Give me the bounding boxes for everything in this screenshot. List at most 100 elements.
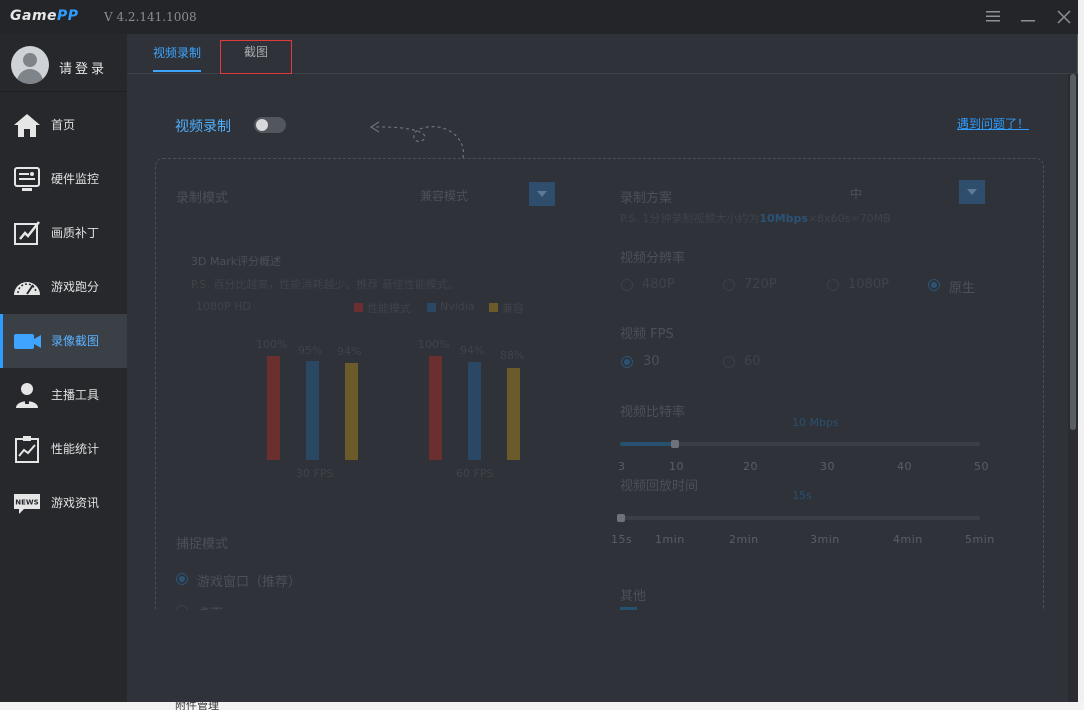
sidebar-item-label: 首页 — [51, 116, 75, 133]
record-plan-note: P.S. 1分钟录制视频大小约为10Mbps×8x60s≈70MB — [620, 210, 891, 226]
bitrate-tick: 30 — [820, 460, 835, 473]
resolution-label: 视频分辨率 — [620, 247, 685, 266]
minimize-icon[interactable] — [1019, 9, 1037, 27]
tab-bar: 视频录制 截图 — [127, 34, 1078, 74]
video-camera-icon — [12, 327, 42, 355]
bitrate-tick: 10 — [669, 460, 684, 473]
sidebar-item-image-patch[interactable]: 画质补丁 — [0, 206, 127, 260]
tab-screenshot[interactable]: 截图 — [220, 40, 292, 74]
background-window-edge — [1078, 0, 1084, 710]
sidebar-item-label: 性能统计 — [51, 440, 99, 457]
bitrate-tick: 50 — [974, 460, 989, 473]
replay-tick: 15s — [611, 533, 632, 546]
legend-swatch — [427, 303, 436, 312]
replay-tick: 3min — [810, 533, 840, 546]
fps-radio-30[interactable] — [621, 356, 633, 368]
resolution-option: 原生 — [949, 277, 975, 296]
sidebar-item-recording[interactable]: 录像截图 — [0, 314, 127, 368]
sidebar-item-streamer[interactable]: 主播工具 — [0, 368, 127, 422]
resolution-radio-720[interactable] — [723, 279, 735, 291]
bitrate-slider-thumb[interactable] — [671, 440, 679, 448]
sidebar-item-label: 硬件监控 — [51, 170, 99, 187]
other-label: 其他 — [620, 585, 646, 604]
legend-swatch — [354, 303, 363, 312]
replay-tick: 1min — [655, 533, 685, 546]
bar — [468, 362, 481, 460]
replay-tick: 4min — [893, 533, 923, 546]
bitrate-slider-fill — [620, 442, 675, 446]
close-icon[interactable] — [1055, 9, 1073, 27]
bar — [507, 368, 520, 460]
resolution-radio-native[interactable] — [928, 279, 940, 291]
record-toggle[interactable] — [254, 117, 286, 133]
avatar[interactable] — [11, 46, 49, 84]
record-mode-label: 录制模式 — [176, 187, 228, 206]
svg-text:NEWS: NEWS — [15, 499, 38, 507]
bar-value: 100% — [418, 338, 449, 351]
news-icon: NEWS — [12, 489, 42, 517]
bar — [429, 356, 442, 460]
gamepp-window: GamePP V 4.2.141.1008 请登录 首页 — [0, 0, 1078, 702]
replay-slider[interactable] — [620, 516, 980, 520]
fps-label: 视频 FPS — [620, 323, 674, 342]
help-link[interactable]: 遇到问题了！ — [957, 115, 1029, 132]
bitrate-value: 10 Mbps — [792, 416, 839, 429]
bitrate-label: 视频比特率 — [620, 401, 685, 420]
login-link[interactable]: 请登录 — [59, 58, 107, 77]
sidebar-item-label: 画质补丁 — [51, 224, 99, 241]
record-mode-select[interactable]: 兼容模式 — [420, 187, 468, 204]
resolution-option: 1080P — [848, 277, 889, 292]
resolution-option: 720P — [744, 277, 777, 292]
record-plan-label: 录制方案 — [620, 187, 672, 206]
replay-tick: 5min — [965, 533, 995, 546]
replay-slider-thumb[interactable] — [617, 514, 625, 522]
streamer-icon — [12, 381, 42, 409]
menu-icon[interactable] — [984, 9, 1002, 27]
bitrate-tick: 40 — [897, 460, 912, 473]
toggle-knob — [256, 119, 268, 131]
fps-radio-60[interactable] — [723, 356, 735, 368]
replay-value: 15s — [792, 489, 812, 502]
bar-value: 88% — [500, 349, 524, 362]
bar — [306, 361, 319, 460]
replay-label: 视频回放时间 — [620, 475, 698, 494]
capture-radio-window[interactable] — [176, 573, 188, 585]
sidebar-item-news[interactable]: NEWS 游戏资讯 — [0, 476, 127, 530]
legend-label: Nvidia — [440, 300, 475, 313]
record-mode-dropdown-icon[interactable] — [529, 182, 555, 206]
record-plan-select[interactable]: 中 — [850, 185, 862, 202]
logo-accent: PP — [57, 8, 79, 24]
sidebar: 请登录 首页 硬件监控 画质补丁 游戏跑分 录像截图 — [0, 34, 127, 702]
bitrate-tick: 3 — [618, 460, 626, 473]
other-checkbox[interactable] — [620, 607, 637, 610]
resolution-option: 480P — [642, 277, 675, 292]
resolution-radio-480[interactable] — [621, 279, 633, 291]
sidebar-item-home[interactable]: 首页 — [0, 98, 127, 152]
user-profile[interactable]: 请登录 — [0, 34, 127, 92]
bar-value: 100% — [256, 338, 287, 351]
active-tab-indicator — [153, 70, 201, 72]
sidebar-item-hardware[interactable]: 硬件监控 — [0, 152, 127, 206]
home-icon — [12, 111, 42, 139]
tab-video-recording[interactable]: 视频录制 — [153, 44, 201, 61]
title-bar: GamePP V 4.2.141.1008 — [0, 0, 1078, 34]
hardware-monitor-icon — [12, 165, 42, 193]
sidebar-item-label: 游戏跑分 — [51, 278, 99, 295]
bitrate-tick: 20 — [743, 460, 758, 473]
main-scrollbar[interactable] — [1068, 74, 1078, 702]
scrollbar-thumb[interactable] — [1070, 74, 1076, 430]
legend-label: 性能模式 — [367, 300, 411, 316]
sidebar-item-benchmark[interactable]: 游戏跑分 — [0, 260, 127, 314]
bar-value: 94% — [337, 345, 361, 358]
record-plan-dropdown-icon[interactable] — [959, 180, 985, 204]
resolution-radio-1080[interactable] — [827, 279, 839, 291]
mark-resolution: 1080P HD — [196, 300, 251, 313]
sidebar-item-performance[interactable]: 性能统计 — [0, 422, 127, 476]
group-label: 30 FPS — [296, 467, 333, 480]
mark-subtitle: P.S. 百分比越高，性能消耗越少。推荐 最佳性能模式。 — [191, 276, 459, 292]
capture-radio-desktop[interactable] — [176, 605, 188, 610]
bar-value: 95% — [298, 344, 322, 357]
logo-main: Game — [10, 8, 57, 24]
plan-note-suffix: ×8x60s≈70MB — [808, 212, 891, 225]
sidebar-item-label: 录像截图 — [51, 332, 99, 349]
